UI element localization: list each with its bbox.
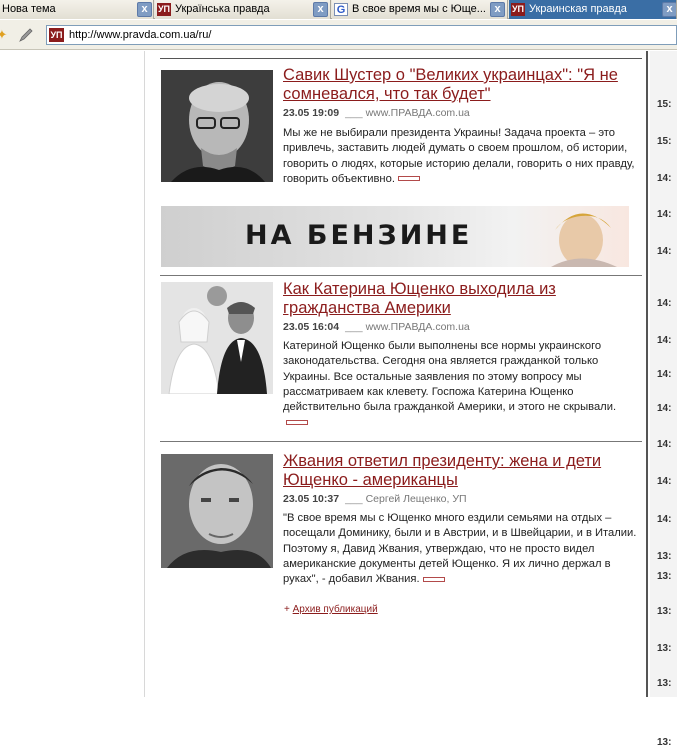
article-meta: 23.05 16:04 ___ www.ПРАВДА.com.ua bbox=[283, 321, 470, 333]
tab-bar: Нова тема x УП Українська правда x G В с… bbox=[0, 0, 677, 19]
article-date: 23.05 16:04 bbox=[283, 321, 340, 333]
close-icon[interactable]: x bbox=[490, 2, 505, 17]
article-meta: 23.05 19:09 ___ www.ПРАВДА.com.ua bbox=[283, 107, 470, 119]
divider bbox=[160, 275, 642, 276]
news-time[interactable]: 14: bbox=[657, 246, 677, 257]
news-time[interactable]: 15: bbox=[657, 99, 677, 110]
news-time[interactable]: 14: bbox=[657, 298, 677, 309]
news-time[interactable]: 14: bbox=[657, 369, 677, 380]
close-icon[interactable]: x bbox=[137, 2, 152, 17]
read-more-icon[interactable] bbox=[397, 176, 420, 182]
tab-new-topic[interactable]: Нова тема x bbox=[0, 0, 154, 19]
banner-text: НА БЕНЗИНЕ bbox=[245, 220, 473, 251]
meta-separator: ___ bbox=[345, 107, 363, 119]
article-source: www.ПРАВДА.com.ua bbox=[365, 107, 470, 119]
article-title-link[interactable]: Жвания ответил президенту: жена и дети Ю… bbox=[283, 452, 638, 490]
news-time[interactable]: 13: bbox=[657, 551, 677, 562]
news-time[interactable]: 13: bbox=[657, 643, 677, 654]
divider bbox=[160, 58, 642, 59]
summary-text: "В свое время мы с Ющенко много ездили с… bbox=[283, 512, 637, 586]
news-time[interactable]: 14: bbox=[657, 476, 677, 487]
article-date: 23.05 10:37 bbox=[283, 493, 340, 505]
right-news-column: 15: 15: 14: 14: 14: 14: 14: 14: 14: 14: … bbox=[650, 51, 677, 748]
google-favicon-icon: G bbox=[334, 3, 348, 16]
read-more-icon[interactable] bbox=[286, 420, 308, 426]
news-time[interactable]: 14: bbox=[657, 514, 677, 525]
summary-text: Мы же не выбирали президента Украины! За… bbox=[283, 127, 635, 185]
news-list: Савик Шустер о "Великих украинцах": "Я н… bbox=[146, 51, 648, 697]
news-time[interactable]: 13: bbox=[657, 678, 677, 689]
news-time[interactable]: 13: bbox=[657, 606, 677, 617]
tab-label: Нова тема bbox=[2, 3, 56, 15]
news-time[interactable]: 14: bbox=[657, 439, 677, 450]
url-field[interactable]: УП bbox=[46, 25, 677, 45]
article-photo[interactable] bbox=[161, 282, 273, 394]
tab-ukrainska-pravda[interactable]: УП Українська правда x bbox=[155, 0, 331, 19]
summary-text: Катериной Ющенко были выполнены все норм… bbox=[283, 340, 617, 414]
up-favicon-icon: УП bbox=[511, 3, 525, 16]
read-more-icon[interactable] bbox=[422, 576, 445, 582]
article-source: Сергей Лещенко, УП bbox=[365, 493, 467, 505]
banner-portrait-icon bbox=[551, 213, 617, 267]
edit-icon[interactable] bbox=[18, 27, 34, 43]
news-time[interactable]: 13: bbox=[657, 737, 677, 748]
news-time[interactable]: 15: bbox=[657, 136, 677, 147]
archive-link[interactable]: Архив публикаций bbox=[293, 604, 378, 615]
news-time[interactable]: 14: bbox=[657, 335, 677, 346]
up-favicon-icon: УП bbox=[157, 3, 171, 16]
tab-label: Украинская правда bbox=[529, 3, 627, 15]
article-title-link[interactable]: Савик Шустер о "Великих украинцах": "Я н… bbox=[283, 66, 638, 104]
up-favicon-icon: УП bbox=[49, 28, 64, 42]
article-date: 23.05 19:09 bbox=[283, 107, 340, 119]
meta-separator: ___ bbox=[345, 321, 363, 333]
article-summary: Мы же не выбирали президента Украины! За… bbox=[283, 126, 638, 187]
article-meta: 23.05 10:37 ___ Сергей Лещенко, УП bbox=[283, 493, 467, 505]
url-input[interactable] bbox=[69, 26, 469, 44]
tab-ukrainskaya-pravda[interactable]: УП Украинская правда x bbox=[509, 0, 677, 19]
article-summary: Катериной Ющенко были выполнены все норм… bbox=[283, 339, 638, 431]
plus-icon: + bbox=[284, 604, 290, 615]
article-summary: "В свое время мы с Ющенко много ездили с… bbox=[283, 511, 638, 587]
tab-search-result[interactable]: G В свое время мы с Юще... x bbox=[332, 0, 508, 19]
article-photo[interactable] bbox=[161, 454, 273, 568]
ad-banner[interactable]: НА БЕНЗИНЕ bbox=[161, 206, 629, 267]
divider bbox=[160, 441, 642, 442]
left-margin bbox=[0, 51, 145, 697]
news-time[interactable]: 14: bbox=[657, 403, 677, 414]
tab-label: В свое время мы с Юще... bbox=[352, 3, 486, 15]
tab-label: Українська правда bbox=[175, 3, 270, 15]
home-icon[interactable]: ✦ bbox=[0, 27, 10, 43]
article-title-link[interactable]: Как Катерина Ющенко выходила из гражданс… bbox=[283, 280, 638, 318]
close-icon[interactable]: x bbox=[662, 2, 676, 17]
article-source: www.ПРАВДА.com.ua bbox=[365, 321, 470, 333]
close-icon[interactable]: x bbox=[313, 2, 328, 17]
news-time[interactable]: 14: bbox=[657, 173, 677, 184]
address-bar: ✦ УП bbox=[0, 20, 677, 50]
archive-link-row: + Архив публикаций bbox=[284, 604, 378, 615]
news-time[interactable]: 13: bbox=[657, 571, 677, 582]
article-photo[interactable] bbox=[161, 70, 273, 182]
meta-separator: ___ bbox=[345, 493, 363, 505]
news-time[interactable]: 14: bbox=[657, 209, 677, 220]
